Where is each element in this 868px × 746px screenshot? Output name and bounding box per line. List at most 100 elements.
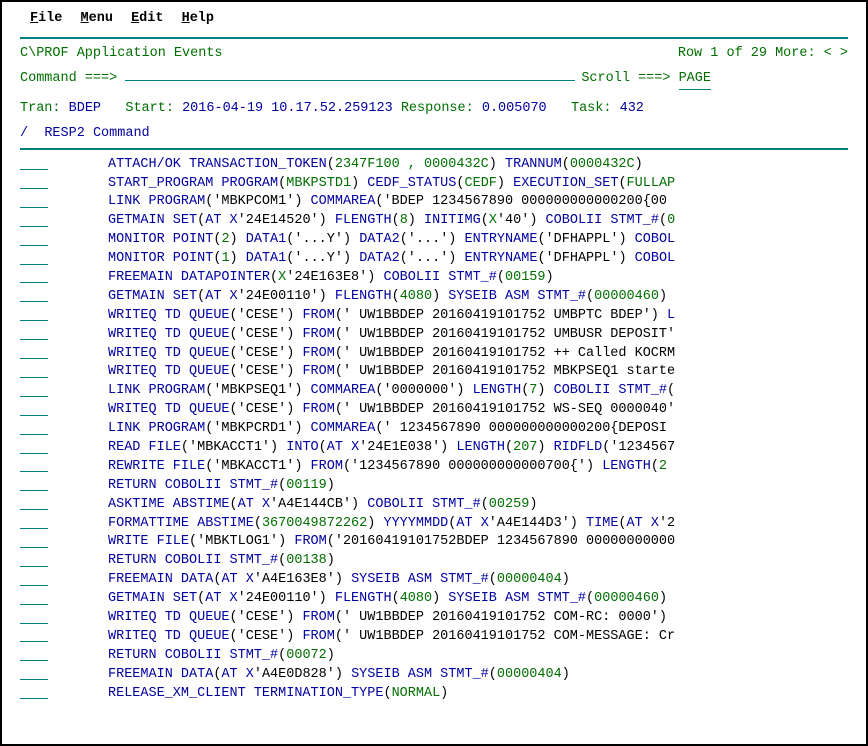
line-command-field[interactable] [20, 571, 48, 586]
event-row: GETMAIN SET(AT X'24E14520') FLENGTH(8) I… [20, 212, 848, 231]
event-text: LINK PROGRAM('MBKPCRD1') COMMAREA(' 1234… [108, 420, 848, 439]
line-command-field[interactable] [20, 175, 48, 190]
line-command-field[interactable] [20, 193, 48, 208]
event-text: RELEASE_XM_CLIENT TERMINATION_TYPE(NORMA… [108, 685, 848, 704]
scroll-label: Scroll ===> [581, 71, 670, 86]
menu-edit[interactable]: Edit [131, 10, 163, 29]
line-command-field[interactable] [20, 401, 48, 416]
event-row: FREEMAIN DATA(AT X'A4E0D828') SYSEIB ASM… [20, 666, 848, 685]
event-text: REWRITE FILE('MBKACCT1') FROM('123456789… [108, 458, 848, 477]
event-text: LINK PROGRAM('MBKPSEQ1') COMMAREA('00000… [108, 382, 848, 401]
event-row: READ FILE('MBKACCT1') INTO(AT X'24E1E038… [20, 439, 848, 458]
line-command-field[interactable] [20, 288, 48, 303]
event-row: LINK PROGRAM('MBKPCRD1') COMMAREA(' 1234… [20, 420, 848, 439]
row-indicator: Row 1 of 29 More: < > [678, 45, 848, 64]
line-command-field[interactable] [20, 307, 48, 322]
event-text: GETMAIN SET(AT X'24E00110') FLENGTH(4080… [108, 590, 848, 609]
event-row: RETURN COBOLII STMT_#(00138) [20, 552, 848, 571]
task-value: 432 [620, 101, 644, 116]
event-row: REWRITE FILE('MBKACCT1') FROM('123456789… [20, 458, 848, 477]
line-command-field[interactable] [20, 552, 48, 567]
column-headers: / RESP2 Command [20, 125, 848, 144]
event-text: RETURN COBOLII STMT_#(00138) [108, 552, 848, 571]
line-command-field[interactable] [20, 647, 48, 662]
col-slash: / [20, 126, 28, 141]
event-row: LINK PROGRAM('MBKPSEQ1') COMMAREA('00000… [20, 382, 848, 401]
event-row: WRITEQ TD QUEUE('CESE') FROM(' UW1BBDEP … [20, 307, 848, 326]
event-text: FREEMAIN DATA(AT X'A4E163E8') SYSEIB ASM… [108, 571, 848, 590]
event-text: ATTACH/OK TRANSACTION_TOKEN(2347F100 , 0… [108, 156, 848, 175]
event-row: WRITEQ TD QUEUE('CESE') FROM(' UW1BBDEP … [20, 326, 848, 345]
event-text: WRITEQ TD QUEUE('CESE') FROM(' UW1BBDEP … [108, 307, 848, 326]
col-command: Command [93, 126, 150, 141]
event-row: FREEMAIN DATAPOINTER(X'24E163E8') COBOLI… [20, 269, 848, 288]
event-row: MONITOR POINT(1) DATA1('...Y') DATA2('..… [20, 250, 848, 269]
tran-label: Tran: [20, 101, 61, 116]
response-label: Response: [401, 101, 474, 116]
command-input[interactable] [125, 64, 575, 81]
line-command-field[interactable] [20, 269, 48, 284]
line-command-field[interactable] [20, 590, 48, 605]
line-command-field[interactable] [20, 250, 48, 265]
menu-menu[interactable]: Menu [81, 10, 113, 29]
event-row: MONITOR POINT(2) DATA1('...Y') DATA2('..… [20, 231, 848, 250]
line-command-field[interactable] [20, 685, 48, 700]
event-row: WRITE FILE('MBKTLOG1') FROM('20160419101… [20, 533, 848, 552]
line-command-field[interactable] [20, 326, 48, 341]
event-row: FREEMAIN DATA(AT X'A4E163E8') SYSEIB ASM… [20, 571, 848, 590]
event-text: MONITOR POINT(1) DATA1('...Y') DATA2('..… [108, 250, 848, 269]
line-command-field[interactable] [20, 609, 48, 624]
event-text: START_PROGRAM PROGRAM(MBKPSTD1) CEDF_STA… [108, 175, 848, 194]
event-text: WRITEQ TD QUEUE('CESE') FROM(' UW1BBDEP … [108, 628, 848, 647]
event-text: WRITEQ TD QUEUE('CESE') FROM(' UW1BBDEP … [108, 401, 848, 420]
transaction-header: Tran: BDEP Start: 2016-04-19 10.17.52.25… [20, 100, 848, 119]
event-row: RETURN COBOLII STMT_#(00072) [20, 647, 848, 666]
line-command-field[interactable] [20, 439, 48, 454]
event-text: WRITEQ TD QUEUE('CESE') FROM(' UW1BBDEP … [108, 345, 848, 364]
line-command-field[interactable] [20, 382, 48, 397]
event-text: ASKTIME ABSTIME(AT X'A4E144CB') COBOLII … [108, 496, 848, 515]
start-label: Start: [125, 101, 174, 116]
event-row: ATTACH/OK TRANSACTION_TOKEN(2347F100 , 0… [20, 156, 848, 175]
event-text: WRITE FILE('MBKTLOG1') FROM('20160419101… [108, 533, 848, 552]
event-row: FORMATTIME ABSTIME(3670049872262) YYYYMM… [20, 515, 848, 534]
event-list: ATTACH/OK TRANSACTION_TOKEN(2347F100 , 0… [20, 156, 848, 704]
line-command-field[interactable] [20, 363, 48, 378]
line-command-field[interactable] [20, 477, 48, 492]
event-row: RELEASE_XM_CLIENT TERMINATION_TYPE(NORMA… [20, 685, 848, 704]
status-row: C\PROF Application EventsRow 1 of 29 Mor… [20, 45, 848, 64]
line-command-field[interactable] [20, 666, 48, 681]
event-text: WRITEQ TD QUEUE('CESE') FROM(' UW1BBDEP … [108, 326, 848, 345]
event-text: FREEMAIN DATA(AT X'A4E0D828') SYSEIB ASM… [108, 666, 848, 685]
line-command-field[interactable] [20, 533, 48, 548]
menu-help[interactable]: Help [182, 10, 214, 29]
event-row: ASKTIME ABSTIME(AT X'A4E144CB') COBOLII … [20, 496, 848, 515]
command-label: Command ===> [20, 71, 117, 86]
line-command-field[interactable] [20, 628, 48, 643]
event-text: GETMAIN SET(AT X'24E14520') FLENGTH(8) I… [108, 212, 848, 231]
line-command-field[interactable] [20, 345, 48, 360]
event-row: GETMAIN SET(AT X'24E00110') FLENGTH(4080… [20, 590, 848, 609]
scroll-input[interactable]: PAGE [679, 70, 711, 90]
line-command-field[interactable] [20, 458, 48, 473]
line-command-field[interactable] [20, 420, 48, 435]
line-command-field[interactable] [20, 515, 48, 530]
menubar: File Menu Edit Help [20, 8, 848, 35]
event-text: READ FILE('MBKACCT1') INTO(AT X'24E1E038… [108, 439, 848, 458]
line-command-field[interactable] [20, 212, 48, 227]
event-text: LINK PROGRAM('MBKPCOM1') COMMAREA('BDEP … [108, 193, 848, 212]
divider-top [20, 37, 848, 39]
event-row: WRITEQ TD QUEUE('CESE') FROM(' UW1BBDEP … [20, 609, 848, 628]
start-value: 2016-04-19 10.17.52.259123 [182, 101, 393, 116]
line-command-field[interactable] [20, 496, 48, 511]
line-command-field[interactable] [20, 231, 48, 246]
line-command-field[interactable] [20, 156, 48, 171]
event-text: RETURN COBOLII STMT_#(00119) [108, 477, 848, 496]
event-row: START_PROGRAM PROGRAM(MBKPSTD1) CEDF_STA… [20, 175, 848, 194]
menu-file[interactable]: File [30, 10, 62, 29]
event-text: WRITEQ TD QUEUE('CESE') FROM(' UW1BBDEP … [108, 609, 848, 628]
event-text: MONITOR POINT(2) DATA1('...Y') DATA2('..… [108, 231, 848, 250]
event-row: WRITEQ TD QUEUE('CESE') FROM(' UW1BBDEP … [20, 363, 848, 382]
event-row: LINK PROGRAM('MBKPCOM1') COMMAREA('BDEP … [20, 193, 848, 212]
event-row: WRITEQ TD QUEUE('CESE') FROM(' UW1BBDEP … [20, 628, 848, 647]
